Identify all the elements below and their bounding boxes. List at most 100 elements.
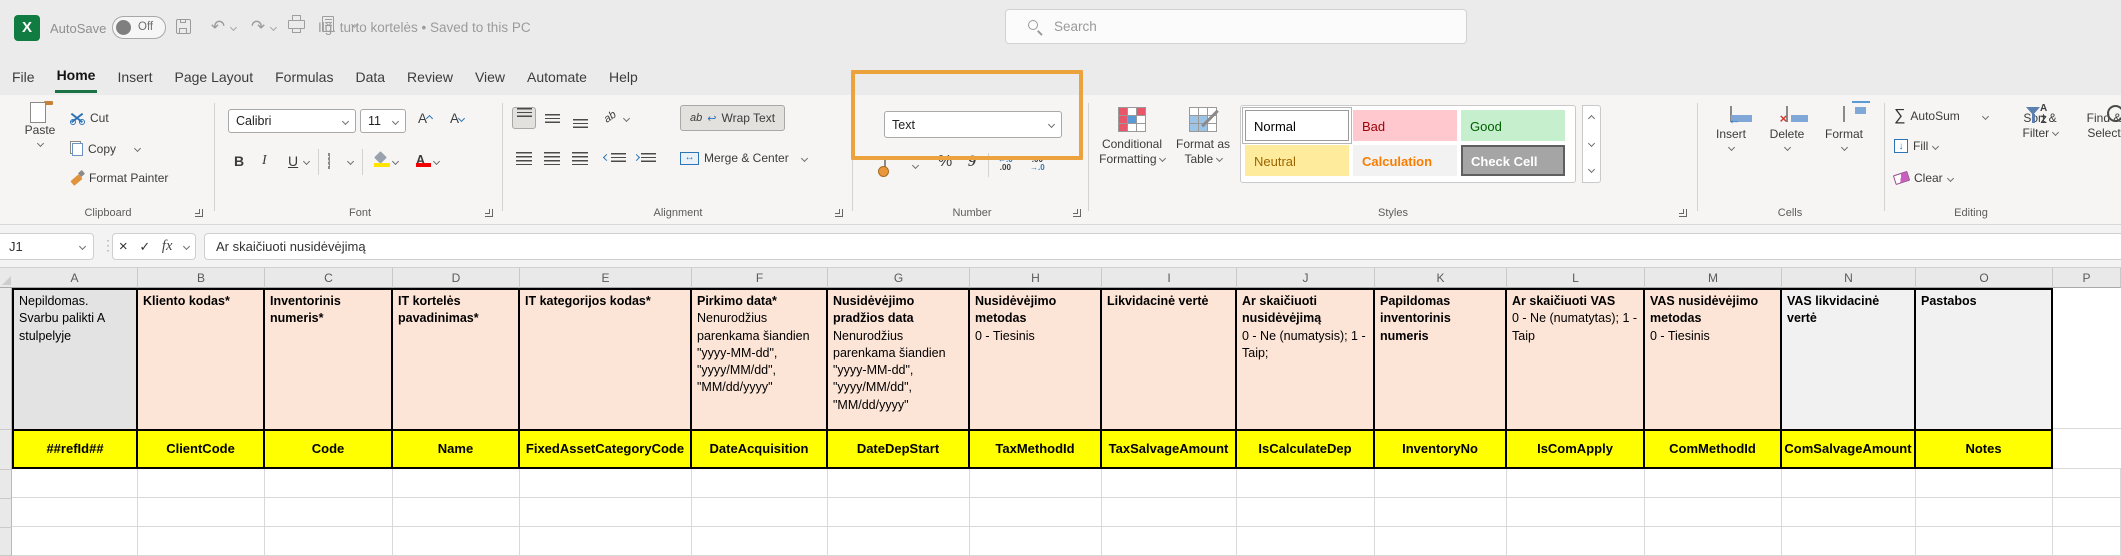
cell-I1[interactable]: Likvidacinė vertė [1102, 288, 1237, 429]
cell-F2[interactable]: DateAcquisition [692, 429, 828, 469]
cell-J1[interactable]: Ar skaičiuoti nusidėvėjimą0 - Ne (numaty… [1237, 288, 1375, 429]
cell-P5[interactable] [2053, 527, 2121, 556]
cell-N4[interactable] [1782, 498, 1916, 527]
formula-bar-chevron-icon[interactable] [183, 243, 190, 250]
cell-I3[interactable] [1102, 469, 1237, 498]
save-icon[interactable] [176, 19, 191, 34]
cancel-icon[interactable]: × [119, 238, 128, 255]
cell-G3[interactable] [828, 469, 970, 498]
cell-E4[interactable] [520, 498, 692, 527]
cell-A2[interactable]: ##refId## [12, 429, 138, 469]
redo-chevron-icon[interactable] [270, 24, 277, 31]
cell-K2[interactable]: InventoryNo [1375, 429, 1507, 469]
insert-cells-button[interactable]: ← Insert [1706, 107, 1756, 155]
cell-E1[interactable]: IT kategorijos kodas* [520, 288, 692, 429]
cell-L3[interactable] [1507, 469, 1645, 498]
tab-insert[interactable]: Insert [115, 60, 154, 92]
font-name-combo[interactable]: Calibri [228, 109, 356, 133]
cell-P2[interactable] [2053, 429, 2121, 469]
paste-button[interactable]: Paste [16, 105, 64, 151]
cell-C4[interactable] [265, 498, 393, 527]
gallery-down-icon[interactable] [1588, 140, 1595, 147]
font-color-chevron-icon[interactable] [433, 158, 440, 165]
cell-O2[interactable]: Notes [1916, 429, 2053, 469]
cell-O1[interactable]: Pastabos [1916, 288, 2053, 429]
cell-D3[interactable] [393, 469, 520, 498]
column-header-E[interactable]: E [520, 268, 692, 288]
cell-G2[interactable]: DateDepStart [828, 429, 970, 469]
cell-P1[interactable] [2053, 288, 2121, 429]
decrease-indent-button[interactable] [604, 153, 626, 162]
cell-J5[interactable] [1237, 527, 1375, 556]
cell-J3[interactable] [1237, 469, 1375, 498]
cell-L4[interactable] [1507, 498, 1645, 527]
increase-font-size-button[interactable]: A [418, 111, 432, 126]
sort-filter-button[interactable]: AZ Sort & Filter [2012, 103, 2068, 141]
insert-function-icon[interactable]: fx [162, 238, 172, 255]
clipboard-dialog-launcher-icon[interactable] [195, 209, 203, 217]
cell-M2[interactable]: ComMethodId [1645, 429, 1782, 469]
increase-indent-button[interactable] [634, 153, 656, 162]
quick-print-icon[interactable] [288, 20, 305, 29]
gallery-expand-icon[interactable] [1588, 166, 1595, 173]
cell-F3[interactable] [692, 469, 828, 498]
cell-K3[interactable] [1375, 469, 1507, 498]
cell-A1[interactable]: Nepildomas. Svarbu palikti A stulpelyje [12, 288, 138, 429]
cell-M1[interactable]: VAS nusidėvėjimo metodas0 - Tiesinis [1645, 288, 1782, 429]
select-all-corner[interactable] [0, 268, 12, 288]
cell-K5[interactable] [1375, 527, 1507, 556]
cell-L1[interactable]: Ar skaičiuoti VAS0 - Ne (numatytas); 1 -… [1507, 288, 1645, 429]
tab-file[interactable]: File [10, 60, 37, 92]
style-gallery-scroll[interactable] [1582, 105, 1601, 183]
tab-view[interactable]: View [473, 60, 507, 92]
cell-I4[interactable] [1102, 498, 1237, 527]
bold-button[interactable]: B [234, 153, 244, 169]
cell-G4[interactable] [828, 498, 970, 527]
tab-page-layout[interactable]: Page Layout [172, 60, 255, 92]
cell-H5[interactable] [970, 527, 1102, 556]
cell-N3[interactable] [1782, 469, 1916, 498]
cell-N2[interactable]: ComSalvageAmount [1782, 429, 1916, 469]
style-good[interactable]: Good [1461, 110, 1565, 141]
cell-P4[interactable] [2053, 498, 2121, 527]
cell-G5[interactable] [828, 527, 970, 556]
row-header-1[interactable]: 1 [0, 288, 12, 430]
cell-K4[interactable] [1375, 498, 1507, 527]
font-dialog-launcher-icon[interactable] [485, 209, 493, 217]
style-normal[interactable]: Normal [1245, 110, 1349, 141]
conditional-formatting-button[interactable]: Conditional Formatting [1096, 107, 1168, 167]
tab-formulas[interactable]: Formulas [273, 60, 335, 92]
undo-icon[interactable]: ↶ [208, 18, 228, 38]
column-header-L[interactable]: L [1507, 268, 1645, 288]
cell-L5[interactable] [1507, 527, 1645, 556]
tab-help[interactable]: Help [607, 60, 640, 92]
cell-O5[interactable] [1916, 527, 2053, 556]
cell-B1[interactable]: Kliento kodas* [138, 288, 265, 429]
tab-data[interactable]: Data [353, 60, 387, 92]
column-header-B[interactable]: B [138, 268, 265, 288]
delete-cells-button[interactable]: × Delete [1762, 107, 1812, 155]
enter-icon[interactable]: ✓ [139, 239, 150, 255]
autosum-button[interactable]: ∑ AutoSum [1894, 107, 1988, 125]
align-top-button[interactable] [512, 107, 536, 129]
align-middle-button[interactable] [540, 107, 564, 129]
column-header-H[interactable]: H [970, 268, 1102, 288]
cell-A4[interactable] [12, 498, 138, 527]
row-header-5[interactable]: 5 [0, 528, 12, 556]
underline-chevron-icon[interactable] [303, 158, 310, 165]
cell-J2[interactable]: IsCalculateDep [1237, 429, 1375, 469]
font-color-icon[interactable]: A [416, 153, 425, 167]
cell-A5[interactable] [12, 527, 138, 556]
accounting-format-icon[interactable] [884, 158, 886, 174]
cell-K1[interactable]: Papildomas inventorinis numeris [1375, 288, 1507, 429]
row-header-2[interactable]: 2 [0, 430, 12, 470]
column-header-K[interactable]: K [1375, 268, 1507, 288]
style-check-cell[interactable]: Check Cell [1461, 145, 1565, 176]
cell-E5[interactable] [520, 527, 692, 556]
number-dialog-launcher-icon[interactable] [1073, 209, 1081, 217]
undo-chevron-icon[interactable] [230, 24, 237, 31]
cell-P3[interactable] [2053, 469, 2121, 498]
column-header-F[interactable]: F [692, 268, 828, 288]
column-header-O[interactable]: O [1916, 268, 2053, 288]
tab-automate[interactable]: Automate [525, 60, 589, 92]
